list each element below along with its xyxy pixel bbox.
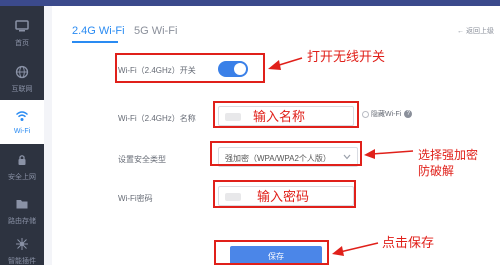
sidebar-item-home[interactable]: 首页 (0, 10, 44, 54)
wifi-password-label: Wi-Fi密码 (118, 194, 153, 203)
back-link[interactable]: ← 返回上级 (457, 26, 494, 36)
tab-2-4g-wifi[interactable]: 2.4G Wi-Fi (72, 25, 125, 37)
tab-5g-wifi[interactable]: 5G Wi-Fi (134, 25, 177, 37)
annotation-click-save: 点击保存 (382, 236, 435, 251)
active-tab-indicator (72, 41, 118, 43)
help-icon[interactable]: ? (404, 110, 413, 119)
sidebar-item-label: 首页 (15, 40, 29, 47)
sidebar-item-label: Wi-Fi (13, 128, 31, 135)
wifi-icon (16, 111, 28, 121)
annotation-choose-security-2: 防破解 (418, 164, 455, 178)
annotation-box-security (210, 141, 362, 166)
annotation-enter-password: 输入密码 (257, 190, 310, 205)
main-panel: 2.4G Wi-Fi 5G Wi-Fi ← 返回上级 Wi-Fi（2.4GHz）… (52, 6, 500, 265)
hide-wifi-checkbox[interactable] (362, 110, 369, 118)
wifi-name-label: Wi-Fi（2.4GHz）名称 (118, 114, 196, 123)
router-admin-window: 首页 互联网 Wi-Fi 安全上网 路由存储 智能插件 2.4G Wi-Fi 5… (0, 0, 500, 265)
sidebar-item-label: 安全上网 (8, 174, 36, 181)
annotation-box-switch (115, 53, 265, 83)
annotation-enter-name: 输入名称 (253, 110, 306, 125)
sidebar: 首页 互联网 Wi-Fi 安全上网 路由存储 智能插件 (0, 6, 44, 265)
shield-lock-icon (18, 155, 26, 165)
annotation-choose-security-1: 选择强加密 (418, 148, 479, 162)
annotation-box-save (214, 240, 329, 265)
sidebar-item-internet[interactable]: 互联网 (0, 56, 44, 100)
folder-icon (16, 200, 28, 209)
security-type-label: 设置安全类型 (118, 155, 166, 164)
annotation-open-wifi: 打开无线开关 (307, 50, 386, 65)
sidebar-item-security[interactable]: 安全上网 (0, 144, 44, 188)
sidebar-item-storage[interactable]: 路由存储 (0, 188, 44, 232)
dashboard-icon (15, 20, 29, 32)
globe-icon (15, 65, 29, 79)
sidebar-item-label: 智能插件 (8, 258, 36, 265)
hide-wifi-option[interactable]: 隐藏Wi-Fi? (362, 109, 413, 119)
sidebar-item-label: 路由存储 (8, 218, 36, 225)
sidebar-item-plugins[interactable]: 智能插件 (0, 228, 44, 265)
hide-wifi-label: 隐藏Wi-Fi (371, 111, 402, 118)
sidebar-item-wifi[interactable]: Wi-Fi (0, 100, 44, 144)
sidebar-item-label: 互联网 (11, 86, 33, 93)
plugin-icon (16, 238, 28, 250)
